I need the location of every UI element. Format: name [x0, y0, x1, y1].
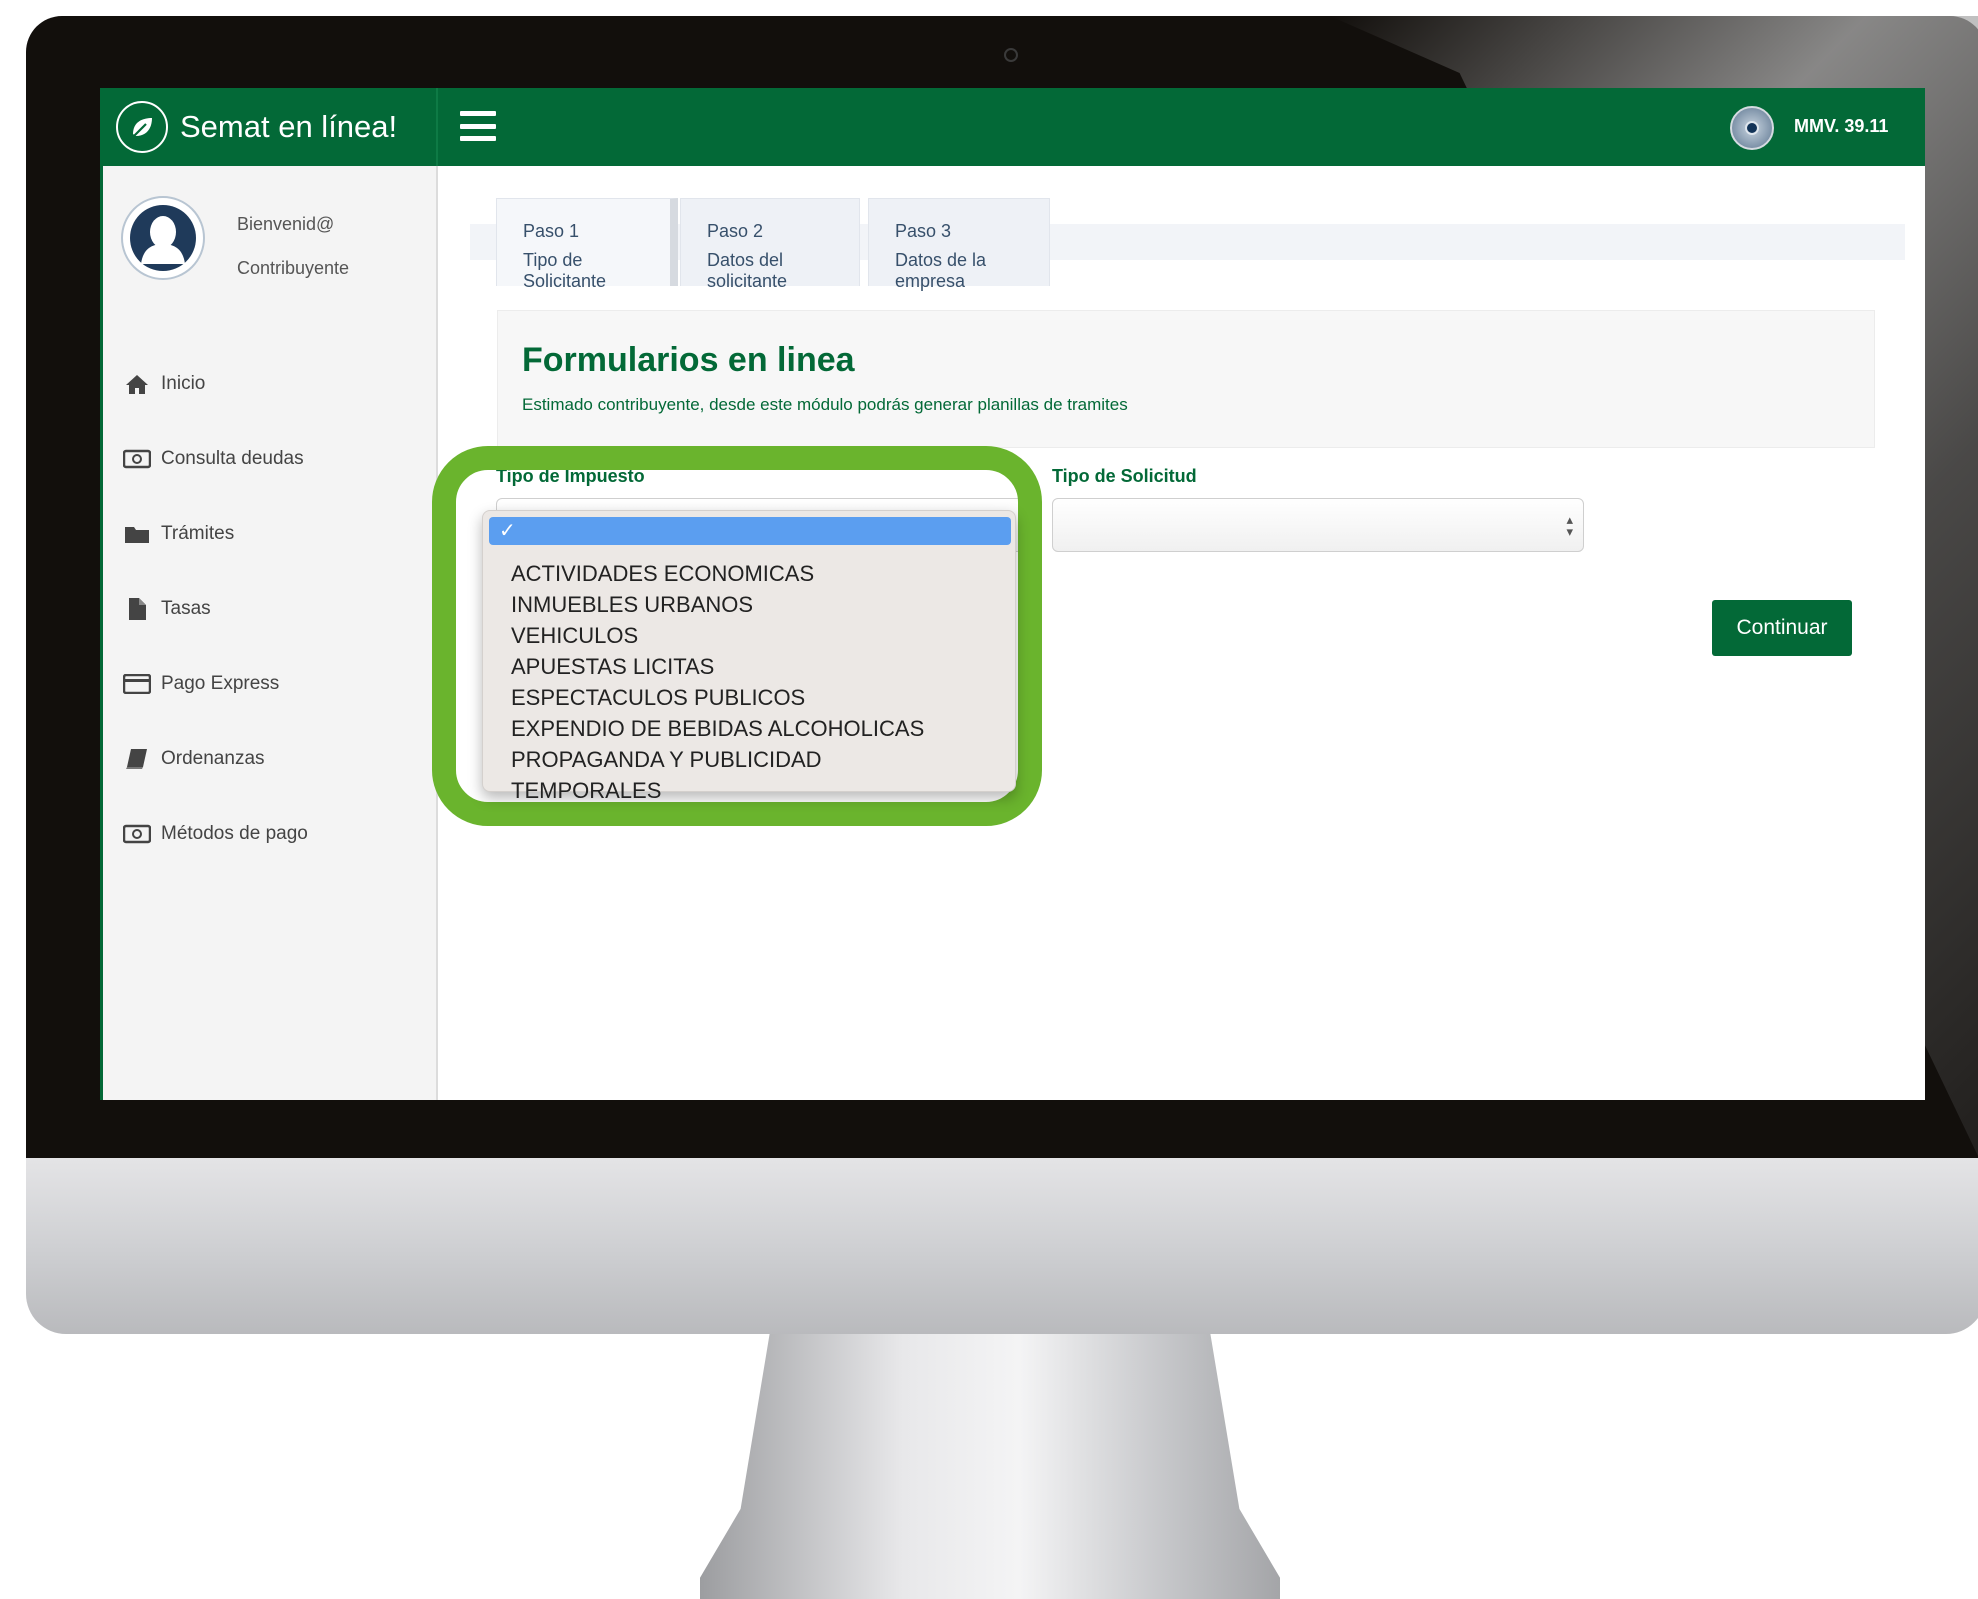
dropdown-option[interactable]: ACTIVIDADES ECONOMICAS: [511, 559, 814, 589]
folder-icon: [123, 522, 151, 546]
tab-name: Datos del solicitante: [707, 250, 788, 291]
user-silhouette-icon: [130, 205, 196, 271]
intro-panel: Formularios en linea Estimado contribuye…: [497, 310, 1875, 448]
sidebar-item-label: Inicio: [161, 373, 206, 394]
home-icon: [123, 372, 151, 396]
user-code[interactable]: MMV. 39.11: [1794, 116, 1888, 137]
sidebar-item-tramites[interactable]: Trámites: [123, 514, 234, 554]
sidebar-item-label: Pago Express: [161, 673, 280, 694]
sidebar-item-ordenanzas[interactable]: Ordenanzas: [123, 739, 265, 779]
sidebar-item-label: Trámites: [161, 523, 235, 544]
dropdown-option[interactable]: ESPECTACULOS PUBLICOS: [511, 683, 805, 713]
sidebar-item-consulta-deudas[interactable]: Consulta deudas: [123, 439, 304, 479]
sidebar-item-inicio[interactable]: Inicio: [123, 364, 205, 404]
file-icon: [123, 597, 151, 621]
sidebar-item-pago-express[interactable]: Pago Express: [123, 664, 279, 704]
sidebar-item-label: Métodos de pago: [161, 823, 308, 844]
tab-step: Paso 2: [707, 221, 764, 241]
avatar: [121, 196, 205, 280]
dropdown-option[interactable]: APUESTAS LICITAS: [511, 652, 714, 682]
brand-name: Semat en línea!: [180, 109, 398, 144]
welcome-text: Bienvenid@: [237, 214, 335, 234]
tab-paso-2[interactable]: Paso 2 Datos del solicitante: [680, 198, 860, 291]
sidebar-item-tasas[interactable]: Tasas: [123, 589, 211, 629]
page-title: Formularios en linea: [522, 341, 855, 379]
user-seal-icon[interactable]: [1730, 106, 1774, 150]
dropdown-option[interactable]: INMUEBLES URBANOS: [511, 590, 753, 620]
monitor-chin: [26, 1158, 1978, 1334]
camera-icon: [1004, 48, 1018, 62]
tab-step: Paso 1: [523, 221, 580, 241]
sidebar: Bienvenid@ Contribuyente Inicio Consulta…: [100, 166, 438, 1100]
intro-text: Estimado contribuyente, desde este módul…: [522, 395, 1128, 414]
tax-type-dropdown[interactable]: ✓ ACTIVIDADES ECONOMICAS INMUEBLES URBAN…: [482, 510, 1016, 803]
tab-step: Paso 3: [895, 221, 952, 241]
select-arrows-icon: ▴▾: [1566, 512, 1573, 539]
banknote-icon: [123, 822, 151, 846]
dropdown-selected-empty[interactable]: ✓: [489, 517, 1011, 545]
book-icon: [123, 747, 151, 771]
dropdown-option[interactable]: PROPAGANDA Y PUBLICIDAD: [511, 745, 822, 775]
dropdown-option[interactable]: EXPENDIO DE BEBIDAS ALCOHOLICAS: [511, 714, 924, 744]
monitor-mockup: Semat en línea! MMV. 39.11 Bienvenid@ Co…: [0, 0, 1978, 1599]
role-text: Contribuyente: [237, 258, 350, 278]
tab-paso-1[interactable]: Paso 1 Tipo de Solicitante: [496, 198, 678, 291]
top-bar: Semat en línea! MMV. 39.11: [100, 88, 1925, 166]
banknote-icon: [123, 447, 151, 471]
leaf-logo-icon: [116, 101, 168, 153]
dropdown-option[interactable]: TEMPORALES: [511, 776, 661, 806]
request-type-label: Tipo de Solicitud: [1052, 466, 1197, 486]
monitor-stand: [700, 1334, 1280, 1599]
sidebar-item-label: Consulta deudas: [161, 448, 304, 469]
dropdown-option[interactable]: VEHICULOS: [511, 621, 638, 651]
sidebar-item-label: Tasas: [161, 598, 211, 619]
brand[interactable]: Semat en línea!: [100, 88, 438, 166]
tab-name: Datos de la empresa: [895, 250, 987, 291]
app-screen: Semat en línea! MMV. 39.11 Bienvenid@ Co…: [100, 88, 1925, 1100]
request-type-select[interactable]: ▴ ▾: [1052, 498, 1584, 552]
hamburger-menu-icon[interactable]: [460, 108, 496, 144]
sidebar-item-label: Ordenanzas: [161, 748, 265, 769]
sidebar-item-metodos-de-pago[interactable]: Métodos de pago: [123, 814, 308, 854]
tab-name: Tipo de Solicitante: [523, 250, 607, 291]
credit-card-icon: [123, 672, 151, 696]
tab-paso-3[interactable]: Paso 3 Datos de la empresa: [868, 198, 1050, 291]
continue-button[interactable]: Continuar: [1712, 600, 1852, 656]
